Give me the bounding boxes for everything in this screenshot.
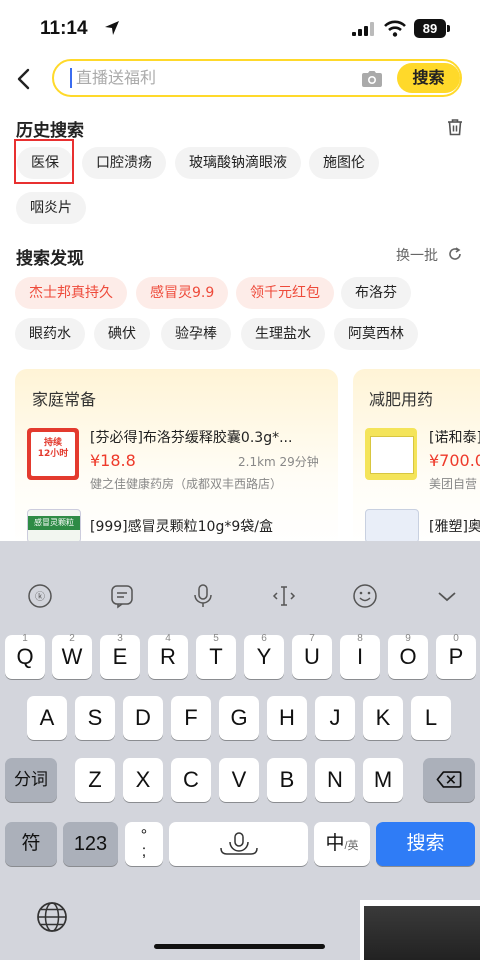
battery-icon: 89 [414, 19, 446, 38]
home-indicator [154, 944, 325, 949]
language-key[interactable]: 中/英 [314, 822, 370, 866]
key-a[interactable]: A [27, 696, 67, 740]
key-p[interactable]: 0P [436, 633, 476, 679]
card-title: 家庭常备 [32, 390, 97, 409]
key-g[interactable]: G [219, 696, 259, 740]
store-name: 美团自营 [429, 477, 478, 491]
keyboard [0, 541, 480, 960]
text-cursor [70, 68, 72, 88]
trash-icon[interactable] [446, 118, 464, 136]
space-key[interactable] [169, 822, 308, 866]
refresh-button[interactable]: 换一批 [396, 245, 438, 265]
backspace-icon [436, 771, 462, 788]
key-l[interactable]: L [411, 696, 451, 740]
chevron-down-icon[interactable] [434, 583, 460, 609]
delivery-info: 2.1km 29分钟 [238, 455, 319, 469]
cursor-icon[interactable] [271, 583, 297, 609]
key-t[interactable]: 5T [196, 633, 236, 679]
status-time: 11:14 [40, 18, 88, 39]
discover-chip[interactable]: 布洛芬 [341, 277, 411, 309]
emoji-keyboard-icon[interactable]: ⓚ [27, 583, 53, 609]
overlay-thumbnail [364, 906, 480, 960]
product-name[interactable]: [999]感冒灵颗粒10g*9袋/盒 [90, 516, 273, 536]
history-chip[interactable]: 口腔溃疡 [82, 147, 166, 179]
key-q[interactable]: 1Q [5, 633, 45, 679]
key-y[interactable]: 6Y [244, 633, 284, 679]
symbols-key[interactable]: 符 [5, 822, 57, 866]
hot-chip[interactable]: 杰士邦真持久 [15, 277, 127, 309]
key-w[interactable]: 2W [52, 633, 92, 679]
history-title: 历史搜索 [16, 121, 84, 141]
discover-chip[interactable]: 阿莫西林 [334, 318, 418, 350]
key-x[interactable]: X [123, 758, 163, 802]
location-arrow-icon [105, 21, 119, 35]
svg-text:ⓚ: ⓚ [35, 591, 45, 603]
key-f[interactable]: F [171, 696, 211, 740]
product-price: ¥18.8 [90, 451, 136, 470]
hot-chip[interactable]: 领千元红包 [236, 277, 334, 309]
microphone-icon [219, 832, 258, 855]
segment-key[interactable]: 分词 [5, 758, 57, 802]
thumb-label: 感冒灵颗粒 [28, 516, 80, 530]
battery-tip [447, 25, 450, 32]
history-chip[interactable]: 玻璃酸钠滴眼液 [175, 147, 301, 179]
highlight-box [14, 139, 74, 184]
key-e[interactable]: 3E [100, 633, 140, 679]
card-title: 减肥用药 [369, 390, 434, 409]
key-n[interactable]: N [315, 758, 355, 802]
signal-icon [352, 22, 374, 36]
key-d[interactable]: D [123, 696, 163, 740]
product-name[interactable]: [雅塑]奥 [429, 516, 480, 536]
smile-icon[interactable] [352, 583, 378, 609]
key-s[interactable]: S [75, 696, 115, 740]
key-u[interactable]: 7U [292, 633, 332, 679]
back-icon[interactable] [14, 68, 34, 90]
key-c[interactable]: C [171, 758, 211, 802]
product-thumbnail[interactable] [365, 509, 419, 543]
product-name[interactable]: [诺和泰] [429, 427, 480, 447]
discover-chip[interactable]: 验孕棒 [161, 318, 231, 350]
product-thumbnail[interactable]: 持续 12小时 [27, 428, 79, 480]
search-placeholder: 直播送福利 [76, 68, 157, 87]
key-v[interactable]: V [219, 758, 259, 802]
wifi-icon [384, 20, 406, 37]
key-o[interactable]: 9O [388, 633, 428, 679]
microphone-icon[interactable] [190, 583, 216, 609]
key-j[interactable]: J [315, 696, 355, 740]
history-chip[interactable]: 施图伦 [309, 147, 379, 179]
key-r[interactable]: 4R [148, 633, 188, 679]
thumb-label: 持续 12小时 [37, 438, 69, 459]
key-z[interactable]: Z [75, 758, 115, 802]
numbers-key[interactable]: 123 [63, 822, 118, 866]
key-k[interactable]: K [363, 696, 403, 740]
key-i[interactable]: 8I [340, 633, 380, 679]
discover-title: 搜索发现 [16, 249, 84, 269]
discover-chip[interactable]: 碘伏 [94, 318, 150, 350]
key-m[interactable]: M [363, 758, 403, 802]
hot-chip[interactable]: 感冒灵9.9 [136, 277, 229, 309]
punctuation-key[interactable]: °; [125, 822, 163, 866]
product-thumbnail[interactable] [365, 428, 417, 480]
product-thumbnail[interactable]: 感冒灵颗粒 [27, 509, 81, 543]
product-name[interactable]: [芬必得]布洛芬缓释胶囊0.3g*... [90, 427, 292, 447]
discover-chip[interactable]: 生理盐水 [241, 318, 325, 350]
globe-icon[interactable] [35, 900, 69, 934]
search-button[interactable]: 搜索 [397, 63, 460, 93]
camera-icon[interactable] [360, 69, 384, 89]
refresh-icon[interactable] [448, 247, 462, 261]
keyboard-search-key[interactable]: 搜索 [376, 822, 475, 866]
discover-chip[interactable]: 眼药水 [15, 318, 85, 350]
backspace-key[interactable] [423, 758, 475, 802]
clipboard-icon[interactable] [109, 583, 135, 609]
product-price: ¥700.0 [429, 451, 480, 470]
store-name: 健之佳健康药房（成都双丰西路店） [90, 477, 283, 491]
overlay-panel [360, 900, 480, 960]
key-h[interactable]: H [267, 696, 307, 740]
key-b[interactable]: B [267, 758, 307, 802]
history-chip[interactable]: 咽炎片 [16, 192, 86, 224]
